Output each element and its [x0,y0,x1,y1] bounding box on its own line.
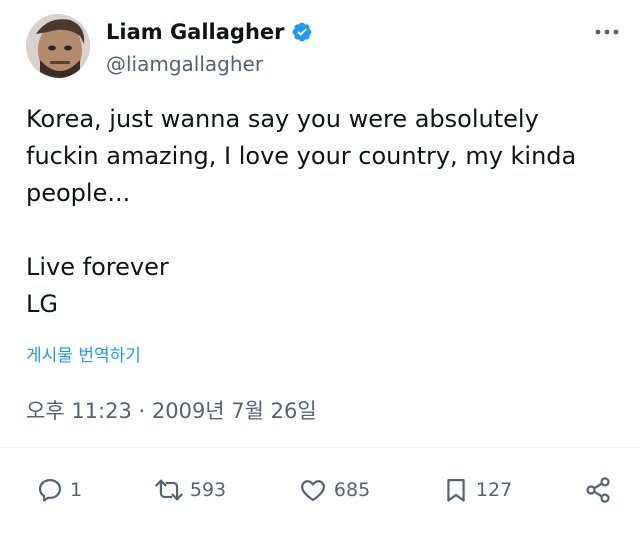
heart-icon [298,476,328,504]
display-name[interactable]: Liam Gallagher [106,20,285,44]
tweet-text: Korea, just wanna say you were absolutel… [26,105,577,318]
reply-icon [36,476,64,504]
verified-badge-icon [291,21,313,43]
bookmark-button[interactable]: 127 [442,476,512,504]
user-handle[interactable]: @liamgallagher [106,52,313,76]
repost-count: 593 [189,479,227,501]
avatar[interactable] [26,14,90,78]
bookmark-count: 127 [475,479,513,501]
more-options-icon[interactable] [592,22,622,42]
share-button[interactable] [584,476,612,504]
like-button[interactable]: 685 [298,476,370,504]
translate-post-link[interactable]: 게시물 번역하기 [26,341,141,366]
author-names: Liam Gallagher @liamgallagher [106,18,313,76]
reply-count: 1 [70,479,83,501]
bookmark-icon [442,476,470,504]
reply-button[interactable]: 1 [36,476,82,504]
tweet-header: Liam Gallagher @liamgallagher [26,14,626,80]
repost-button[interactable]: 593 [154,476,226,504]
divider [0,447,640,448]
action-bar: 1 593 685 127 [36,470,612,510]
post-timestamp[interactable]: 오후 11:23 · 2009년 7월 26일 [26,395,317,425]
repost-icon [154,476,184,504]
like-count: 685 [333,479,371,501]
share-icon [584,476,612,504]
